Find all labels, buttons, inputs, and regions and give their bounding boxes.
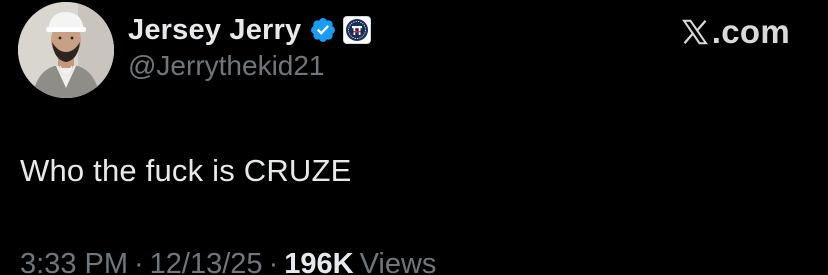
tweet-card[interactable]: Jersey Jerry @Jerrythekid21 .com Who the… (0, 0, 828, 275)
meta-separator: · (134, 248, 144, 275)
verified-checkmark-icon (309, 16, 337, 44)
watermark-text: .com (711, 13, 790, 50)
x-com-watermark: .com (680, 12, 790, 52)
display-name[interactable]: Jersey Jerry (128, 14, 301, 47)
barstool-affiliate-badge-icon[interactable] (343, 16, 372, 44)
avatar[interactable] (18, 2, 114, 98)
meta-separator: · (268, 248, 279, 275)
profile-photo-icon (18, 2, 114, 98)
tweet-text: Who the fuck is CRUZE (20, 153, 352, 188)
author-name-row[interactable]: Jersey Jerry (128, 12, 372, 48)
tweet-date[interactable]: 12/13/25 (150, 248, 263, 275)
x-logo-icon (680, 17, 710, 47)
author-handle[interactable]: @Jerrythekid21 (128, 50, 325, 82)
views-count[interactable]: 196K (284, 248, 353, 275)
views-label[interactable]: Views (360, 248, 437, 275)
tweet-time[interactable]: 3:33 PM (20, 248, 128, 275)
tweet-meta: 3:33 PM · 12/13/25 · 196K Views (20, 248, 436, 275)
